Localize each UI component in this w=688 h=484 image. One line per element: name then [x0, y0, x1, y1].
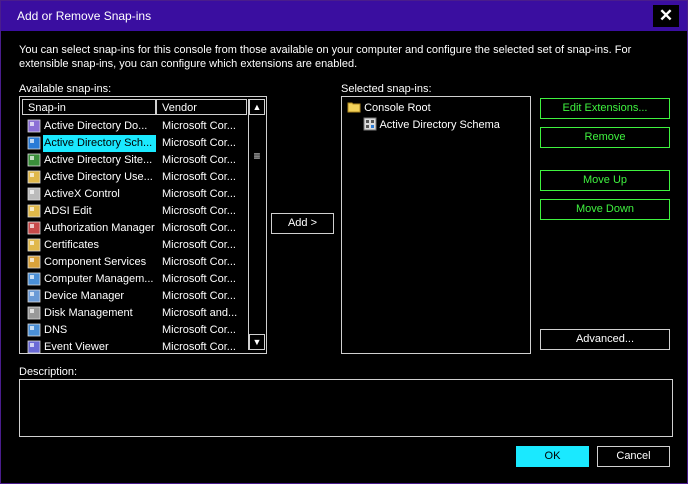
list-item[interactable]: Device Manager Microsoft Cor... — [25, 288, 247, 305]
list-item[interactable]: Event Viewer Microsoft Cor... — [25, 339, 247, 353]
edit-extensions-label: Edit Extensions... — [562, 102, 648, 114]
column-header-vendor[interactable]: Vendor — [156, 99, 247, 115]
move-up-label: Move Up — [582, 174, 628, 186]
scroll-down-button[interactable]: ▼ — [249, 334, 265, 350]
add-button[interactable]: Add > — [271, 213, 334, 234]
list-item[interactable]: DNS Microsoft Cor... — [25, 322, 247, 339]
dialog-title: Add or Remove Snap-ins — [17, 9, 152, 23]
snapin-name: Event Viewer — [44, 341, 109, 353]
event-viewer-icon — [27, 340, 41, 353]
list-item[interactable]: Active Directory Use... Microsoft Cor... — [25, 169, 247, 186]
ok-button[interactable]: OK — [516, 446, 589, 467]
component-services-icon — [27, 255, 41, 269]
snapin-vendor: Microsoft Cor... — [162, 154, 236, 166]
move-down-button[interactable]: Move Down — [540, 199, 670, 220]
cancel-label: Cancel — [616, 450, 651, 462]
snapin-name: Computer Managem... — [44, 273, 154, 285]
ad-sites-icon — [27, 153, 41, 167]
snapin-vendor: Microsoft Cor... — [162, 239, 236, 251]
snapin-vendor: Microsoft Cor... — [162, 256, 236, 268]
title-bar[interactable]: Add or Remove Snap-ins ✕ — [1, 1, 687, 31]
list-item[interactable]: Authorization Manager Microsoft Cor... — [25, 220, 247, 237]
snapin-vendor: Microsoft Cor... — [162, 188, 236, 200]
snapin-vendor: Microsoft Cor... — [162, 205, 236, 217]
advanced-button[interactable]: Advanced... — [540, 329, 670, 350]
available-snapins-label: Available snap-ins: — [19, 83, 112, 95]
remove-label: Remove — [584, 131, 626, 143]
list-item[interactable]: ADSI Edit Microsoft Cor... — [25, 203, 247, 220]
snapin-vendor: Microsoft Cor... — [162, 222, 236, 234]
adsi-edit-icon — [27, 204, 41, 218]
certificates-icon — [27, 238, 41, 252]
vertical-scrollbar[interactable]: ▲ ≡ ▼ — [248, 99, 265, 350]
list-item[interactable]: Active Directory Do... Microsoft Cor... — [25, 118, 247, 135]
move-up-button[interactable]: Move Up — [540, 170, 670, 191]
scroll-thumb[interactable]: ≡ — [252, 150, 262, 162]
list-item[interactable]: Active Directory Site... Microsoft Cor... — [25, 152, 247, 169]
snapin-vendor: Microsoft Cor... — [162, 324, 236, 336]
move-down-label: Move Down — [575, 203, 635, 215]
ad-domains-icon — [27, 119, 41, 133]
activex-icon — [27, 187, 41, 201]
snapin-vendor: Microsoft Cor... — [162, 273, 236, 285]
close-button[interactable]: ✕ — [653, 5, 679, 27]
tree-item-label: Console Root — [364, 102, 431, 114]
disk-management-icon — [27, 306, 41, 320]
available-snapins-list[interactable]: Snap-in Vendor Active Directory Do... Mic… — [19, 96, 267, 354]
list-item[interactable]: Computer Managem... Microsoft Cor... — [25, 271, 247, 288]
snapin-vendor: Microsoft Cor... — [162, 120, 236, 132]
snapin-name: ADSI Edit — [44, 205, 92, 217]
snapin-vendor: Microsoft Cor... — [162, 137, 236, 149]
snapin-name: Component Services — [44, 256, 147, 268]
ad-schema-icon — [363, 117, 377, 131]
tree-item-console-root[interactable]: Console Root — [347, 100, 431, 116]
ok-label: OK — [544, 450, 561, 462]
snapin-vendor: Microsoft Cor... — [162, 290, 236, 302]
tree-item-ad-schema[interactable]: Active Directory Schema — [363, 117, 500, 133]
list-item[interactable]: Certificates Microsoft Cor... — [25, 237, 247, 254]
snapin-name: Active Directory Site... — [44, 154, 153, 166]
column-header-snapin[interactable]: Snap-in — [22, 99, 156, 115]
snapin-name: Device Manager — [44, 290, 125, 302]
description-label: Description: — [19, 366, 78, 378]
selected-snapins-tree[interactable]: Console Root Active Directory Schema — [341, 96, 531, 354]
edit-extensions-button[interactable]: Edit Extensions... — [540, 98, 670, 119]
ad-schema-icon — [27, 136, 41, 150]
snapin-name: Active Directory Use... — [44, 171, 153, 183]
add-remove-snapins-dialog: Add or Remove Snap-ins ✕ You can select … — [0, 0, 688, 484]
computer-management-icon — [27, 272, 41, 286]
list-item[interactable]: Component Services Microsoft Cor... — [25, 254, 247, 271]
dns-icon — [27, 323, 41, 337]
snapin-name: ActiveX Control — [44, 188, 120, 200]
intro-text: You can select snap-ins for this console… — [19, 44, 632, 70]
authorization-icon — [27, 221, 41, 235]
list-item[interactable]: Active Directory Sch... Microsoft Cor... — [25, 135, 247, 152]
snapin-name: Authorization Manager — [44, 222, 155, 234]
snapin-name: Certificates — [44, 239, 100, 251]
cancel-button[interactable]: Cancel — [597, 446, 670, 467]
scroll-up-button[interactable]: ▲ — [249, 99, 265, 115]
list-item[interactable]: ActiveX Control Microsoft Cor... — [25, 186, 247, 203]
close-icon: ✕ — [658, 6, 674, 25]
snapin-name: Active Directory Do... — [44, 120, 148, 132]
tree-item-label: Active Directory Schema — [379, 119, 500, 131]
snapin-name: DNS — [44, 324, 68, 336]
description-box — [19, 379, 673, 437]
list-item[interactable]: Disk Management Microsoft and... — [25, 305, 247, 322]
snapin-vendor: Microsoft Cor... — [162, 341, 236, 353]
snapin-name: Disk Management — [44, 307, 133, 319]
snapin-vendor: Microsoft Cor... — [162, 171, 236, 183]
folder-icon — [347, 102, 361, 113]
selected-snapins-label: Selected snap-ins: — [341, 83, 432, 95]
add-button-label: Add > — [287, 217, 318, 229]
ad-users-icon — [27, 170, 41, 184]
remove-button[interactable]: Remove — [540, 127, 670, 148]
advanced-label: Advanced... — [575, 333, 635, 345]
device-manager-icon — [27, 289, 41, 303]
snapin-vendor: Microsoft and... — [162, 307, 238, 319]
snapin-name: Active Directory Sch... — [43, 135, 156, 152]
